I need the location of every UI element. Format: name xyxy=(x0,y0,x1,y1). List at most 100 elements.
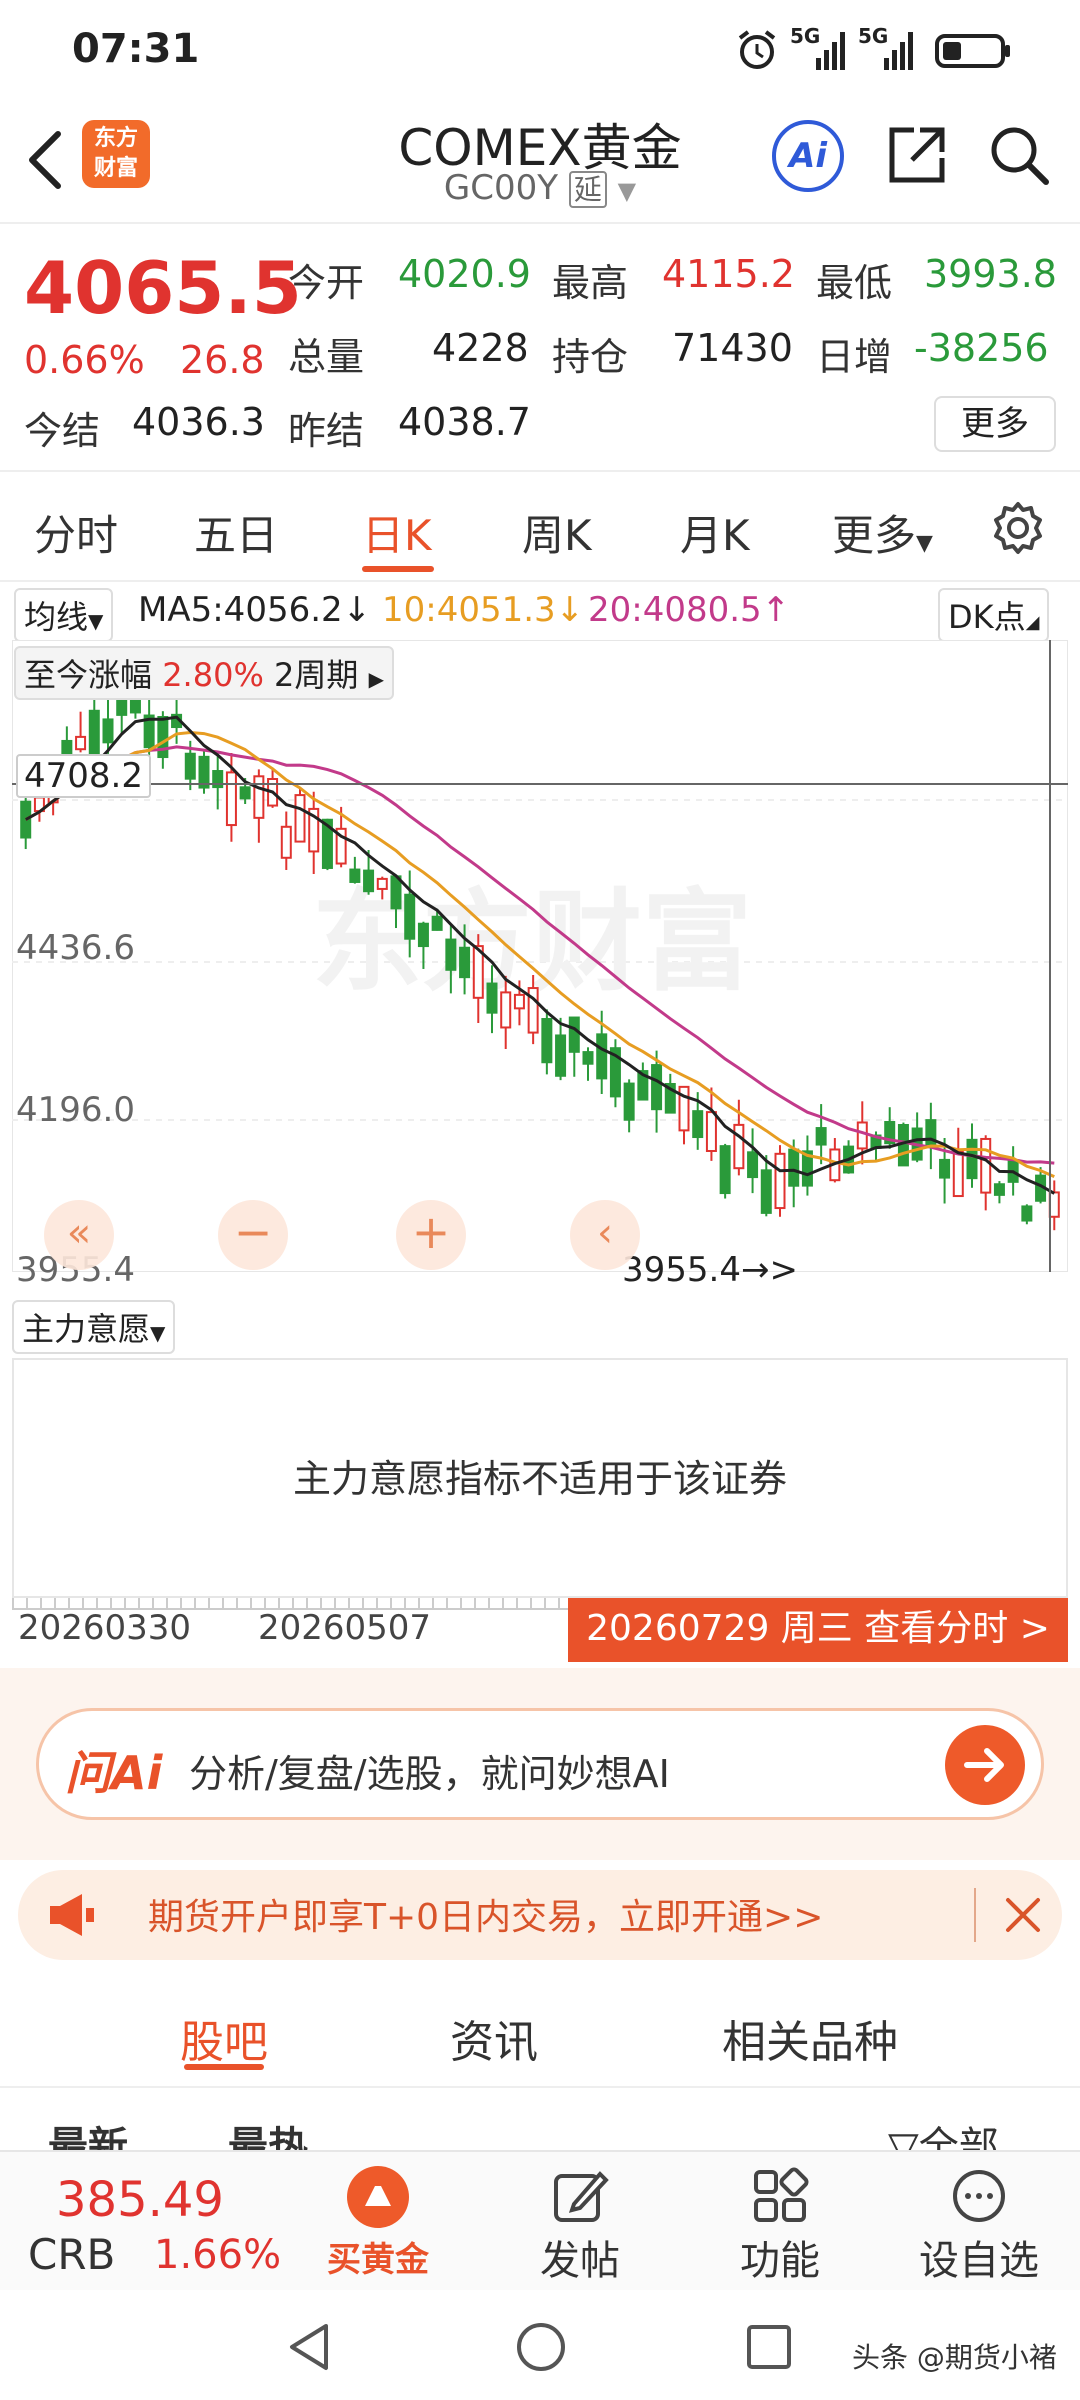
features-label: 功能 xyxy=(740,2238,820,2284)
daily-increase-value: -38256 xyxy=(914,326,1049,370)
candle-body xyxy=(404,893,416,940)
post-label: 发帖 xyxy=(540,2238,620,2284)
candle-body xyxy=(966,1138,978,1180)
close-icon[interactable] xyxy=(1004,1896,1042,1934)
change-percent: 0.66% xyxy=(24,338,145,382)
rewind-button[interactable]: « xyxy=(44,1200,114,1270)
nav-home-icon[interactable] xyxy=(514,2320,568,2374)
rise-value: 2.80% xyxy=(162,656,264,694)
sort-hot[interactable]: 最热 xyxy=(228,2114,308,2150)
buy-gold-button[interactable]: 买黄金 xyxy=(318,2152,438,2292)
arrow-right-icon xyxy=(964,1748,1004,1782)
filter-all[interactable]: ▽全部 xyxy=(888,2114,999,2150)
plus-icon: + xyxy=(411,1205,451,1259)
delay-badge: 延 xyxy=(568,171,607,208)
signal-icon-2 xyxy=(884,32,913,70)
tab-timeshare[interactable]: 分时 xyxy=(34,502,118,563)
add-watchlist-label: 设自选 xyxy=(919,2238,1039,2284)
tab-five-day[interactable]: 五日 xyxy=(194,502,278,563)
zoom-out-button[interactable]: − xyxy=(218,1200,288,1270)
prev-settle-value: 4038.7 xyxy=(398,400,531,444)
ma5-value: MA5:4056.2↓ xyxy=(138,590,372,630)
quote-panel: 4065.5 0.66% 26.8 今开 4020.9 最高 4115.2 最低… xyxy=(0,226,1080,466)
ma10-value: 10:4051.3↓ xyxy=(382,590,585,630)
candle-body xyxy=(198,755,210,789)
prev-settle-label: 昨结 xyxy=(288,409,365,453)
gear-icon[interactable] xyxy=(990,500,1046,556)
view-timeshare-button[interactable]: 20260729 周三 查看分时 > xyxy=(568,1598,1068,1662)
signal-icon xyxy=(816,32,845,70)
sort-latest-label: 最新 xyxy=(48,2124,128,2150)
tab-related[interactable]: 相关品种 xyxy=(722,2006,898,2070)
candle-body xyxy=(733,1123,745,1170)
promo-banner[interactable]: 期货开户即享T+0日内交易，立即开通>> xyxy=(18,1870,1062,1960)
crosshair-price-label: 4708.2 xyxy=(16,754,151,798)
post-button[interactable]: 发帖 xyxy=(520,2152,640,2292)
candle-body xyxy=(239,786,251,800)
indicator-selector[interactable]: 主力意愿▼ xyxy=(12,1300,176,1354)
candle-body xyxy=(705,1111,717,1152)
tab-more-label: 更多 xyxy=(832,511,917,560)
bottom-nav: 385.49 CRB 1.66% 买黄金 发帖 功能 设自选 xyxy=(0,2150,1080,2290)
ma20-value: 20:4080.5↑ xyxy=(588,590,791,630)
dk-point-button[interactable]: DK点◢ xyxy=(938,588,1050,642)
candle-body xyxy=(75,735,87,751)
candle-body xyxy=(952,1150,964,1198)
ask-ai-submit-button[interactable] xyxy=(945,1725,1025,1805)
open-interest-label: 持仓 xyxy=(552,335,629,379)
search-icon[interactable] xyxy=(986,122,1052,188)
add-watchlist-button[interactable]: 设自选 xyxy=(904,2152,1054,2292)
status-time: 07:31 xyxy=(72,26,200,72)
sort-latest[interactable]: 最新⌄ xyxy=(48,2114,150,2150)
more-button[interactable]: 更多 xyxy=(934,396,1056,452)
crb-value: 385.49 xyxy=(56,2172,224,2228)
period-tabs: 分时 五日 日K 周K 月K 更多▼ xyxy=(0,470,1080,582)
active-tab-indicator xyxy=(362,566,434,572)
candle-body xyxy=(102,718,114,744)
candle-body xyxy=(541,1018,553,1064)
low-label: 最低 xyxy=(816,261,893,305)
y-axis-label-mid: 4196.0 xyxy=(16,1090,135,1130)
caret-down-icon: ▼ xyxy=(150,1321,166,1345)
candle-body xyxy=(993,1183,1005,1196)
ma-selector[interactable]: 均线▼ xyxy=(14,588,114,642)
share-icon[interactable] xyxy=(884,122,950,188)
tab-news[interactable]: 资讯 xyxy=(450,2006,538,2070)
high-label: 最高 xyxy=(552,261,629,305)
candlestick-chart[interactable]: 东方财富 xyxy=(12,640,1068,1272)
minus-icon: − xyxy=(233,1205,273,1259)
tab-forum[interactable]: 股吧 xyxy=(180,2006,268,2070)
ask-ai-bar[interactable]: 问Ai 分析/复盘/选股，就问妙想AI xyxy=(36,1708,1044,1820)
ai-icon: Ai xyxy=(789,136,827,176)
min-price-marker: 3955.4→> xyxy=(622,1250,798,1290)
tab-more[interactable]: 更多▼ xyxy=(832,502,933,563)
nav-recents-icon[interactable] xyxy=(744,2322,794,2372)
last-price: 4065.5 xyxy=(24,246,302,330)
buy-gold-label: 买黄金 xyxy=(327,2240,429,2280)
candle-body xyxy=(596,1033,608,1080)
candle-body xyxy=(719,1145,731,1195)
tab-daily-k[interactable]: 日K xyxy=(362,502,432,563)
candle-body xyxy=(253,775,265,819)
tab-monthly-k[interactable]: 月K xyxy=(680,502,750,563)
candle-body xyxy=(774,1152,786,1210)
zoom-in-button[interactable]: + xyxy=(396,1200,466,1270)
ask-ai-placeholder: 分析/复盘/选股，就问妙想AI xyxy=(189,1752,670,1796)
candle-body xyxy=(815,1127,827,1146)
features-button[interactable]: 功能 xyxy=(720,2152,840,2292)
header: 东方 财富 COMEX黄金 GC00Y 延 ▼ Ai xyxy=(0,100,1080,224)
filter-icon: ▽ xyxy=(888,2124,919,2150)
volume-value: 4228 xyxy=(432,326,529,370)
min-price-text: 3955.4 xyxy=(622,1250,741,1290)
daily-increase-label: 日增 xyxy=(816,335,893,379)
candle-body xyxy=(349,868,361,883)
y-axis-label-top: 4436.6 xyxy=(16,928,135,968)
rise-since-chip[interactable]: 至今涨幅 2.80% 2周期 ▶ xyxy=(14,646,394,700)
candle-body xyxy=(939,1158,951,1179)
ai-button[interactable]: Ai xyxy=(772,120,844,192)
step-back-button[interactable]: ‹ xyxy=(570,1200,640,1270)
tab-weekly-k[interactable]: 周K xyxy=(522,502,592,563)
nav-back-icon[interactable] xyxy=(284,2320,334,2374)
promo-text: 期货开户即享T+0日内交易，立即开通>> xyxy=(148,1897,824,1938)
low-value: 3993.8 xyxy=(924,252,1057,296)
